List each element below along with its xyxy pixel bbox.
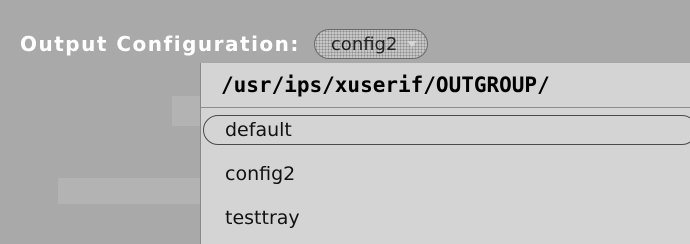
output-configuration-row: Output Configuration: config2 (20, 24, 429, 64)
configuration-dropdown-menu: /usr/ips/xuserif/OUTGROUP/ default confi… (200, 63, 690, 244)
output-configuration-select[interactable]: config2 (313, 29, 429, 59)
menu-item-label: testtray (225, 207, 300, 229)
background-panel-shadow (172, 96, 200, 126)
menu-item-label: config2 (225, 163, 296, 185)
menu-item-config2[interactable]: config2 (201, 152, 690, 196)
menu-item-testtray[interactable]: testtray (201, 196, 690, 240)
menu-item-default[interactable]: default (201, 108, 690, 152)
background-panel-shadow (58, 178, 200, 204)
output-configuration-value: config2 (330, 33, 398, 55)
menu-directory-path: /usr/ips/xuserif/OUTGROUP/ (201, 63, 690, 108)
chevron-down-icon (407, 41, 418, 47)
menu-item-label: default (225, 119, 292, 141)
output-configuration-label: Output Configuration: (20, 32, 300, 56)
